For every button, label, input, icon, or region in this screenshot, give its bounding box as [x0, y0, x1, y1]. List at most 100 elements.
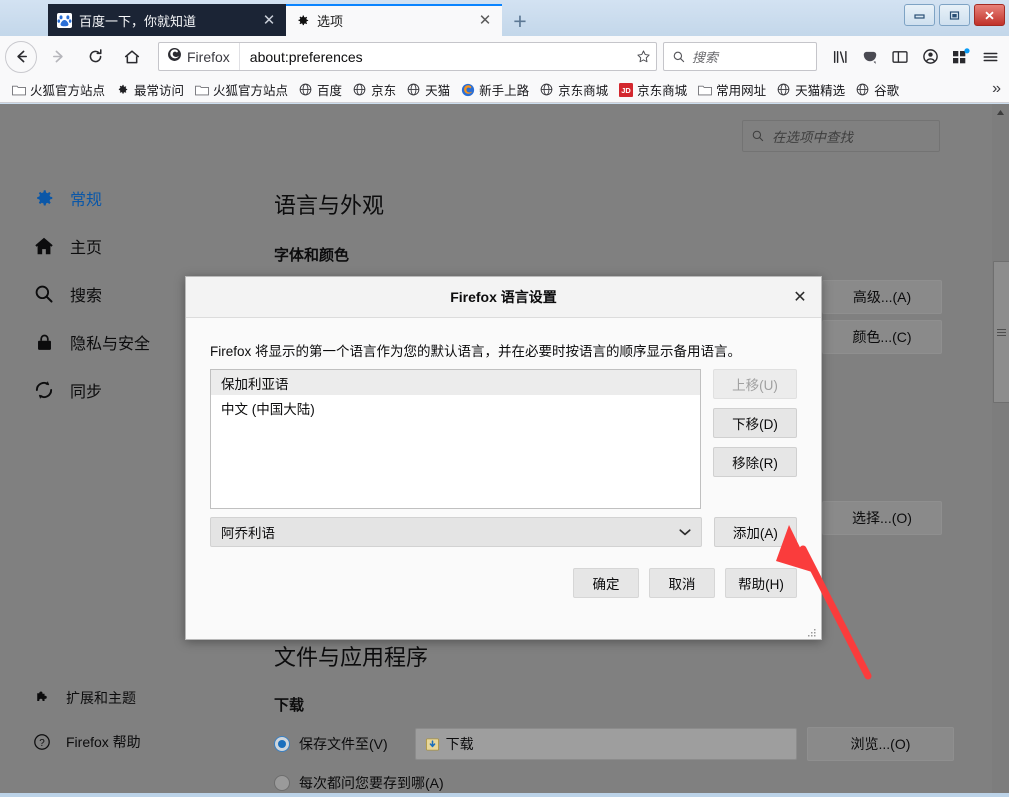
files-applications-section: 文件与应用程序 下载 保存文件至(V) 下载 浏览...(O) 每次都问您要 [274, 640, 954, 793]
preferences-search-input[interactable]: 在选项中查找 [742, 120, 940, 152]
tab-close-icon[interactable]: ✕ [260, 11, 278, 29]
bookmark-item[interactable]: 京东 [347, 80, 401, 100]
move-down-button[interactable]: 下移(D) [713, 408, 797, 438]
bookmark-label: 谷歌 [874, 80, 899, 99]
sidebar-item-help[interactable]: ? Firefox 帮助 [30, 720, 260, 764]
identity-box[interactable]: Firefox [159, 43, 240, 70]
move-up-button[interactable]: 上移(U) [713, 369, 797, 399]
folder-icon [11, 82, 26, 97]
cancel-button[interactable]: 取消 [649, 568, 715, 598]
language-select[interactable]: 阿乔利语 [210, 517, 702, 547]
menu-icon[interactable] [975, 42, 1005, 72]
sidebar-item-label: 常规 [70, 186, 102, 210]
browser-window: 百度一下，你就知道 ✕ 选项 ✕ + [0, 0, 1009, 797]
close-icon[interactable]: ✕ [789, 286, 811, 308]
gear-icon [115, 82, 130, 97]
bookmark-item[interactable]: JD 京东商城 [613, 80, 692, 100]
download-path-field[interactable]: 下载 [415, 728, 797, 760]
choose-button[interactable]: 选择...(O) [822, 501, 942, 535]
list-item[interactable]: 中文 (中国大陆) [211, 395, 700, 420]
bookmark-item[interactable]: 火狐官方站点 [6, 80, 110, 100]
always-ask-radio[interactable] [274, 775, 290, 791]
bookmark-item[interactable]: 火狐官方站点 [189, 80, 293, 100]
browser-tab-baidu[interactable]: 百度一下，你就知道 ✕ [48, 4, 286, 36]
dialog-main-row: 保加利亚语 中文 (中国大陆) 上移(U) 下移(D) 移除(R) [210, 369, 797, 509]
close-button[interactable] [974, 4, 1005, 26]
help-button[interactable]: 帮助(H) [725, 568, 797, 598]
bookmark-item[interactable]: 新手上路 [455, 80, 534, 100]
scroll-up-arrow-icon[interactable] [992, 104, 1009, 121]
home-icon [30, 235, 58, 257]
pocket-icon[interactable] [855, 42, 885, 72]
page-scrollbar[interactable] [992, 104, 1009, 793]
remove-button[interactable]: 移除(R) [713, 447, 797, 477]
extensions-icon[interactable] [945, 42, 975, 72]
new-tab-button[interactable]: + [506, 8, 534, 34]
tab-title: 选项 [317, 11, 476, 30]
search-icon [30, 283, 58, 305]
baidu-icon [56, 12, 72, 28]
ok-button[interactable]: 确定 [573, 568, 639, 598]
language-select-value: 阿乔利语 [221, 522, 275, 542]
preferences-main: 语言与外观 字体和颜色 [274, 188, 954, 281]
maximize-button[interactable] [939, 4, 970, 26]
save-files-label: 保存文件至(V) [299, 734, 415, 754]
save-files-radio[interactable] [274, 736, 290, 752]
browse-button[interactable]: 浏览...(O) [807, 727, 954, 761]
star-icon[interactable] [630, 49, 656, 64]
language-list[interactable]: 保加利亚语 中文 (中国大陆) [210, 369, 701, 509]
bookmark-item[interactable]: 京东商城 [534, 80, 613, 100]
brand-label: Firefox [187, 49, 230, 65]
library-icon[interactable] [825, 42, 855, 72]
list-item[interactable]: 保加利亚语 [211, 370, 700, 395]
search-bar[interactable]: 搜索 [663, 42, 817, 71]
bookmarks-overflow-button[interactable]: » [992, 80, 1001, 98]
sidebar-item-home[interactable]: 主页 [30, 222, 240, 270]
back-arrow-icon[interactable] [5, 41, 37, 73]
account-icon[interactable] [915, 42, 945, 72]
advanced-button[interactable]: 高级...(A) [822, 280, 942, 314]
bookmark-item[interactable]: 最常访问 [110, 80, 189, 100]
bookmark-label: 新手上路 [479, 80, 529, 99]
preferences-search-placeholder: 在选项中查找 [772, 126, 853, 146]
sidebar-item-label: Firefox 帮助 [66, 732, 141, 752]
url-bar[interactable]: Firefox about:preferences [158, 42, 657, 71]
bookmark-item[interactable]: 常用网址 [692, 80, 771, 100]
scrollbar-thumb[interactable] [993, 261, 1009, 403]
bookmark-label: 京东 [371, 80, 396, 99]
resize-grip-icon[interactable] [806, 625, 817, 636]
add-button[interactable]: 添加(A) [714, 517, 797, 547]
globe-icon [539, 82, 554, 97]
dialog-title: Firefox 语言设置 [450, 287, 557, 307]
jd-icon: JD [618, 82, 633, 97]
svg-text:JD: JD [621, 86, 631, 95]
new-tab-label: + [513, 10, 526, 33]
globe-icon [855, 82, 870, 97]
sidebar-item-extensions[interactable]: 扩展和主题 [30, 676, 260, 720]
minimize-button[interactable] [904, 4, 935, 26]
browser-tab-preferences[interactable]: 选项 ✕ [286, 4, 502, 36]
reload-icon[interactable] [79, 41, 111, 73]
home-icon[interactable] [116, 41, 148, 73]
folder-icon [697, 82, 712, 97]
tab-close-icon[interactable]: ✕ [476, 11, 494, 29]
bookmark-item[interactable]: 天猫 [401, 80, 455, 100]
bookmark-label: 最常访问 [134, 80, 184, 99]
chevron-down-icon [679, 523, 691, 541]
bookmark-item[interactable]: 谷歌 [850, 80, 904, 100]
dialog-titlebar: Firefox 语言设置 ✕ [186, 277, 821, 318]
url-input[interactable]: about:preferences [240, 49, 630, 65]
sidebar-icon[interactable] [885, 42, 915, 72]
sidebar-item-general[interactable]: 常规 [30, 174, 240, 222]
bookmark-item[interactable]: 百度 [293, 80, 347, 100]
globe-icon [776, 82, 791, 97]
dialog-footer: 确定 取消 帮助(H) [210, 568, 797, 598]
tab-title: 百度一下，你就知道 [79, 11, 260, 30]
bookmark-item[interactable]: 天猫精选 [771, 80, 850, 100]
tab-strip: 百度一下，你就知道 ✕ 选项 ✕ + [0, 0, 1009, 36]
globe-icon [406, 82, 421, 97]
firefox-icon [460, 82, 475, 97]
gear-icon [294, 12, 310, 28]
forward-arrow-icon[interactable] [42, 41, 74, 73]
colors-button[interactable]: 颜色...(C) [822, 320, 942, 354]
